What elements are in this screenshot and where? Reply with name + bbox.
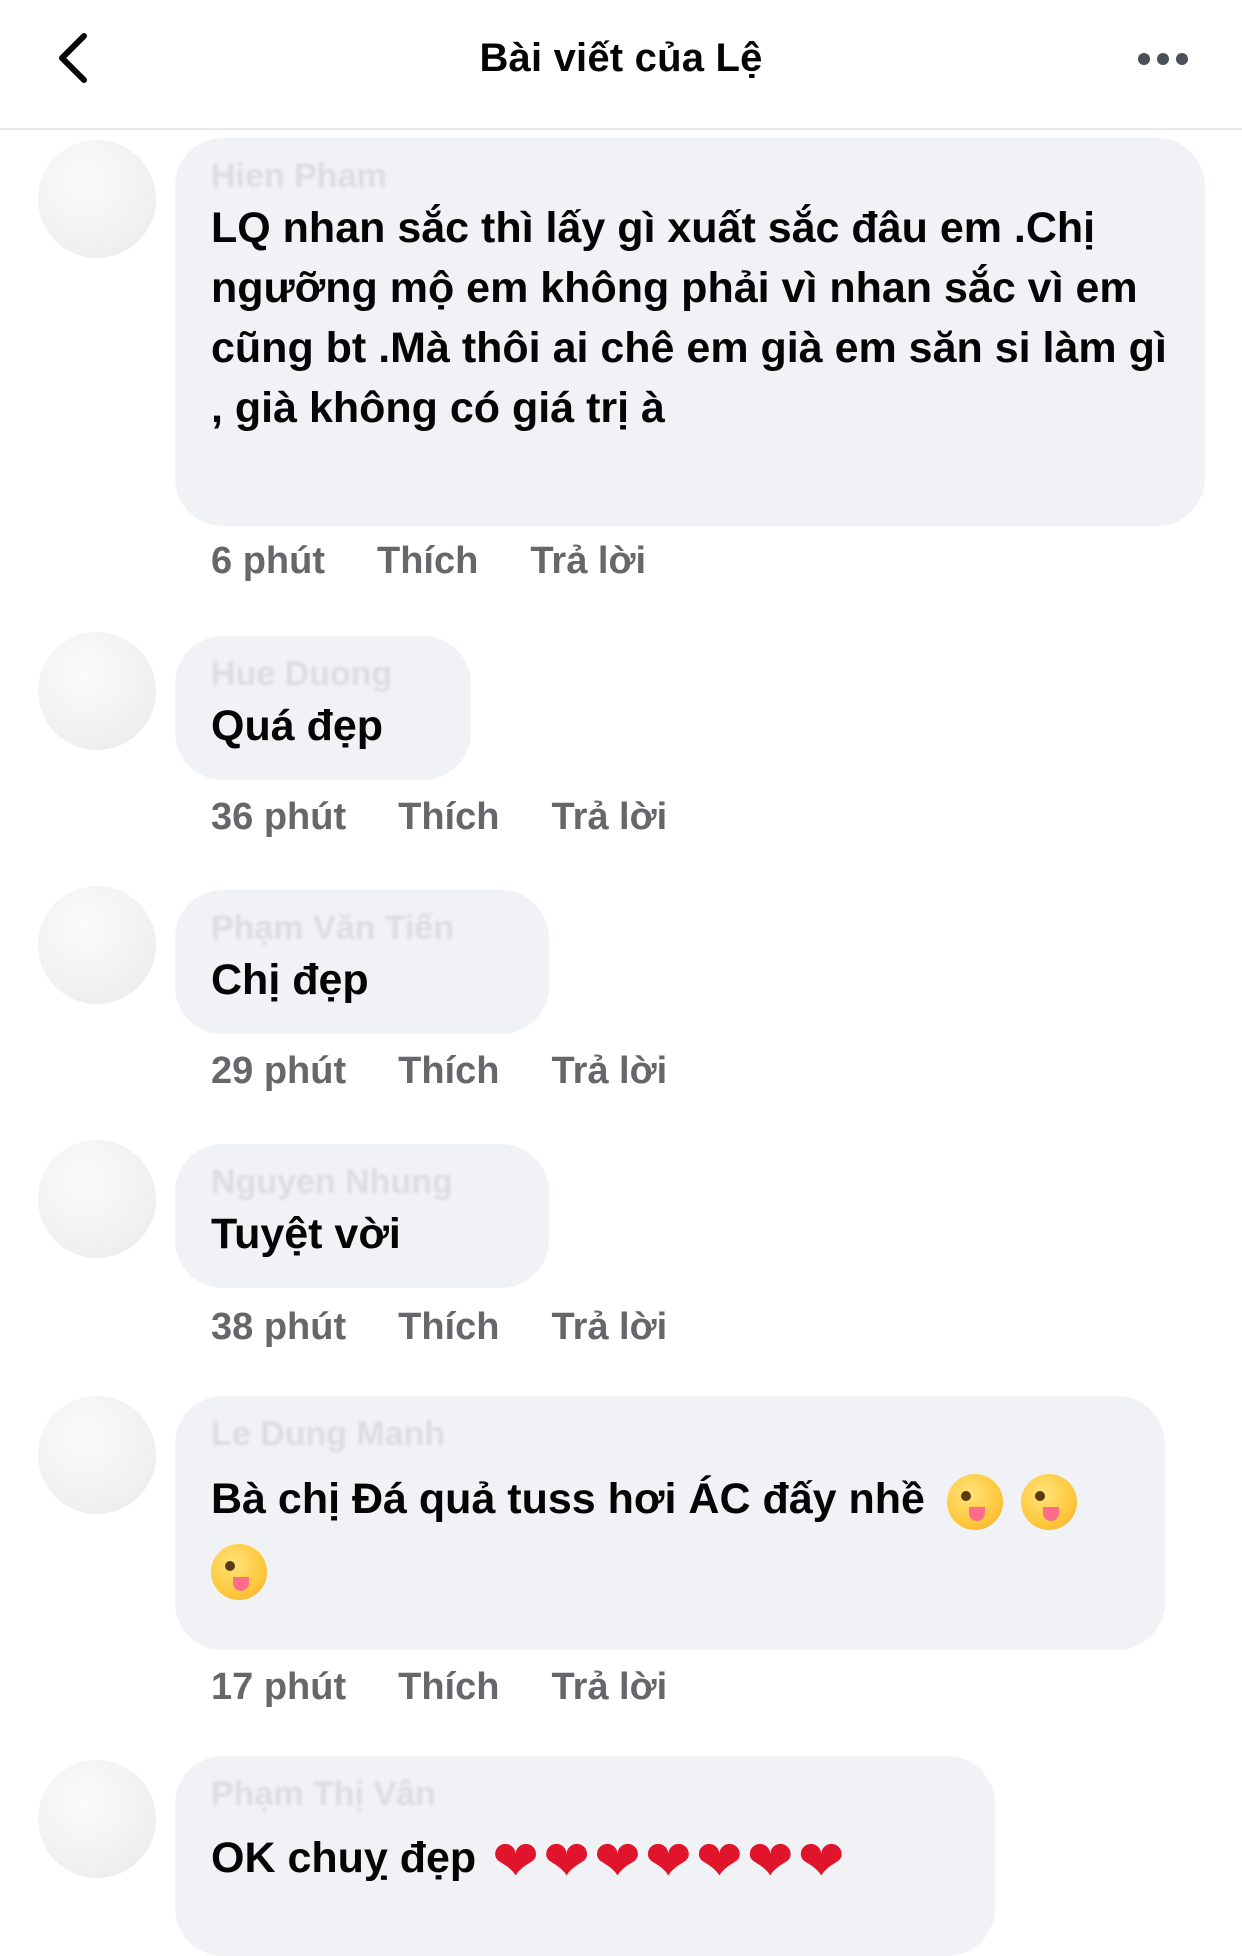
- red-heart-icon: ❤: [492, 1828, 540, 1892]
- comment-bubble[interactable]: Phạm Văn Tiến Chị đẹp: [175, 890, 549, 1034]
- reply-button[interactable]: Trả lời: [551, 796, 667, 839]
- comment-text: LQ nhan sắc thì lấy gì xuất sắc đâu em .…: [211, 204, 1167, 432]
- comment-actions: 17 phút Thích Trả lời: [211, 1666, 667, 1709]
- comment-actions: 36 phút Thích Trả lời: [211, 796, 667, 839]
- comment-time: 38 phút: [211, 1306, 347, 1348]
- comment-author[interactable]: Le Dung Manh: [211, 1414, 1129, 1454]
- page-title: Bài viết của Lệ: [479, 36, 763, 80]
- like-button[interactable]: Thích: [398, 1050, 499, 1093]
- avatar[interactable]: [38, 1396, 156, 1514]
- comment-author[interactable]: Phạm Thị Vân: [211, 1774, 959, 1814]
- avatar[interactable]: [38, 140, 156, 258]
- comment-text: OK chuỵ đẹp ❤❤❤❤❤❤❤: [211, 1828, 959, 1889]
- comment-bubble[interactable]: Le Dung Manh Bà chị Đá quả tuss hơi ÁC đ…: [175, 1396, 1165, 1650]
- comment-bubble[interactable]: Hue Duong Quá đẹp: [175, 636, 471, 780]
- comment-author[interactable]: Nguyen Nhung: [211, 1162, 513, 1202]
- comment-actions: 6 phút Thích Trả lời: [211, 540, 646, 583]
- reply-button[interactable]: Trả lời: [551, 1666, 667, 1709]
- comment-time: 29 phút: [211, 1050, 347, 1092]
- top-bar: Bài viết của Lệ: [0, 0, 1242, 130]
- winking-face-with-tongue-icon: [946, 1473, 1003, 1530]
- avatar[interactable]: [38, 886, 156, 1004]
- comment-bubble[interactable]: Nguyen Nhung Tuyệt vời: [175, 1144, 549, 1288]
- comment-time: 17 phút: [211, 1666, 347, 1708]
- red-heart-icon: ❤: [594, 1828, 641, 1892]
- red-heart-icon: ❤: [644, 1828, 692, 1892]
- reply-button[interactable]: Trả lời: [551, 1306, 667, 1349]
- comment-text: Chị đẹp: [211, 956, 369, 1004]
- comment-actions: 38 phút Thích Trả lời: [211, 1306, 667, 1349]
- red-heart-icon: ❤: [695, 1828, 743, 1892]
- comment-text-content: OK chuỵ đẹp: [211, 1834, 477, 1882]
- comment-bubble[interactable]: Hien Pham LQ nhan sắc thì lấy gì xuất sắ…: [175, 138, 1205, 526]
- comment-text-content: Bà chị Đá quả tuss hơi ÁC đấy nhề: [211, 1475, 925, 1523]
- like-button[interactable]: Thích: [377, 540, 478, 583]
- comment-time: 6 phút: [211, 540, 325, 582]
- more-dots-icon: [1138, 53, 1188, 65]
- reply-button[interactable]: Trả lời: [530, 540, 646, 583]
- avatar[interactable]: [38, 1140, 156, 1258]
- red-heart-icon: ❤: [746, 1828, 794, 1892]
- winking-face-with-tongue-icon: [1020, 1473, 1077, 1530]
- comment-author[interactable]: Phạm Văn Tiến: [211, 908, 513, 948]
- red-heart-icon: ❤: [543, 1828, 590, 1892]
- comment-actions: 29 phút Thích Trả lời: [211, 1050, 667, 1093]
- comment-time: 36 phút: [211, 796, 347, 838]
- comment-author[interactable]: Hue Duong: [211, 654, 435, 694]
- like-button[interactable]: Thích: [398, 1666, 499, 1709]
- comment-text: Bà chị Đá quả tuss hơi ÁC đấy nhề: [211, 1464, 1129, 1604]
- comment-text: Quá đẹp: [211, 702, 384, 750]
- more-options-button[interactable]: [1128, 34, 1198, 84]
- like-button[interactable]: Thích: [398, 796, 499, 839]
- red-heart-icon: ❤: [797, 1828, 845, 1892]
- comment-author[interactable]: Hien Pham: [211, 156, 1169, 196]
- comment-text: Tuyệt vời: [211, 1210, 401, 1258]
- avatar[interactable]: [38, 1760, 156, 1878]
- like-button[interactable]: Thích: [398, 1306, 499, 1349]
- avatar[interactable]: [38, 632, 156, 750]
- winking-face-with-tongue-icon: [211, 1543, 267, 1600]
- reply-button[interactable]: Trả lời: [551, 1050, 667, 1093]
- comment-bubble[interactable]: Phạm Thị Vân OK chuỵ đẹp ❤❤❤❤❤❤❤: [175, 1756, 995, 1956]
